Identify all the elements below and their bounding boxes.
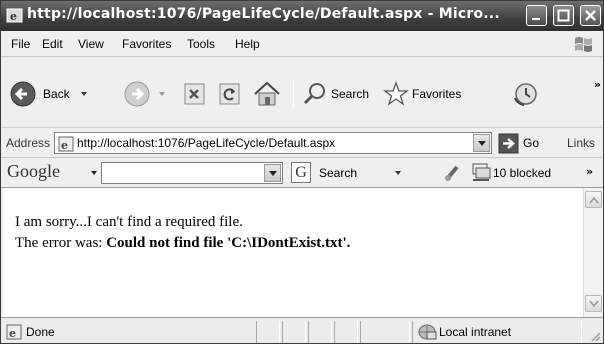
menu-tools[interactable]: Tools: [187, 37, 215, 51]
menu-view[interactable]: View: [78, 37, 104, 51]
browser-window: e http://localhost:1076/PageLifeCycle/De…: [0, 0, 604, 344]
toolbar-separator: [293, 80, 294, 108]
chevron-up-icon: [589, 196, 599, 204]
ie-logo-icon: e: [6, 7, 24, 28]
menu-edit[interactable]: Edit: [42, 37, 63, 51]
popup-blocked-count: 10 blocked: [493, 166, 552, 180]
status-text: Done: [26, 325, 55, 339]
zone-label: Local intranet: [439, 325, 512, 339]
go-label: Go: [523, 136, 540, 150]
popup-blocker-button[interactable]: 10 blocked: [471, 162, 551, 184]
favorites-star-icon: [383, 81, 409, 106]
svg-text:e: e: [9, 327, 16, 340]
google-toolbar-chevron-icon[interactable]: »: [586, 165, 593, 178]
security-zone[interactable]: Local intranet: [417, 323, 511, 343]
title-bar[interactable]: e http://localhost:1076/PageLifeCycle/De…: [1, 1, 603, 31]
back-dropdown-icon[interactable]: [81, 92, 87, 96]
vertical-scrollbar[interactable]: [583, 188, 603, 317]
status-pane: [282, 321, 306, 343]
stop-button[interactable]: [181, 80, 209, 108]
maximize-button[interactable]: [553, 5, 574, 26]
search-label: Search: [331, 87, 370, 101]
standard-toolbar: Back Search Favorites »: [1, 58, 603, 128]
status-bar: e Done Local intranet: [1, 317, 603, 343]
go-button[interactable]: Go: [498, 133, 556, 154]
history-button[interactable]: [511, 80, 541, 108]
minimize-icon: [532, 18, 540, 20]
toolbar-chevron-icon[interactable]: »: [594, 78, 601, 91]
maximize-icon: [557, 9, 570, 22]
google-menu-dropdown-icon[interactable]: [91, 171, 97, 175]
menu-file[interactable]: File: [11, 37, 30, 51]
stop-icon: [184, 83, 205, 105]
refresh-icon: [219, 83, 240, 105]
menu-bar: File Edit View Favorites Tools Help: [1, 31, 603, 57]
minimize-button[interactable]: [526, 5, 547, 26]
google-g-icon: G: [291, 162, 311, 183]
links-button[interactable]: Links: [567, 136, 595, 150]
error-message: I am sorry...I can't find a required fil…: [15, 212, 350, 254]
google-logo[interactable]: Google: [7, 161, 60, 182]
page-icon: e: [58, 136, 74, 155]
address-input[interactable]: e http://localhost:1076/PageLifeCycle/De…: [54, 132, 492, 154]
close-icon: [585, 10, 596, 21]
scroll-up-button[interactable]: [585, 191, 602, 208]
back-label: Back: [43, 87, 70, 101]
forward-dropdown-icon[interactable]: [159, 92, 165, 96]
svg-text:e: e: [10, 10, 17, 23]
go-arrow-icon: [498, 133, 519, 154]
status-pane: [360, 321, 410, 343]
status-pane: [308, 321, 332, 343]
google-options-icon[interactable]: [443, 163, 461, 186]
address-dropdown-button[interactable]: [473, 134, 490, 152]
forward-button[interactable]: [123, 80, 173, 108]
status-pane: [334, 321, 358, 343]
forward-arrow-icon: [124, 81, 150, 107]
favorites-button[interactable]: Favorites: [382, 80, 478, 108]
popup-blocker-icon: [472, 163, 491, 181]
refresh-button[interactable]: [216, 80, 244, 108]
error-prefix: The error was:: [15, 235, 107, 251]
google-search-button[interactable]: G Search: [291, 162, 411, 184]
google-search-label: Search: [319, 166, 358, 180]
intranet-icon: [418, 324, 437, 340]
windows-flag-icon: [569, 33, 599, 55]
google-search-input[interactable]: [101, 162, 283, 184]
search-magnifier-icon: [303, 83, 325, 105]
menu-help[interactable]: Help: [235, 37, 260, 51]
message-line-1: I am sorry...I can't find a required fil…: [15, 214, 243, 230]
status-pane: [256, 321, 280, 343]
page-content: I am sorry...I can't find a required fil…: [3, 188, 583, 317]
home-button[interactable]: [252, 80, 282, 108]
message-line-2: The error was: Could not find file 'C:\I…: [15, 233, 350, 254]
window-title: http://localhost:1076/PageLifeCycle/Defa…: [27, 6, 500, 22]
address-label: Address: [6, 136, 51, 150]
search-button[interactable]: Search: [301, 80, 379, 108]
history-clock-icon: [514, 83, 537, 106]
resize-grip-icon[interactable]: [589, 330, 601, 343]
home-icon: [254, 81, 280, 106]
google-search-dropdown-icon[interactable]: [395, 171, 401, 175]
favorites-label: Favorites: [412, 87, 462, 101]
back-button[interactable]: Back: [9, 80, 109, 108]
chevron-down-icon: [269, 171, 277, 176]
address-url: http://localhost:1076/PageLifeCycle/Defa…: [77, 136, 336, 150]
back-arrow-icon: [10, 81, 36, 107]
menu-favorites[interactable]: Favorites: [122, 37, 171, 51]
close-button[interactable]: [580, 5, 601, 26]
scroll-down-button[interactable]: [585, 295, 602, 312]
address-bar: Address e http://localhost:1076/PageLife…: [1, 128, 603, 158]
svg-text:e: e: [61, 139, 68, 152]
google-toolbar: Google G Search 10 blocked »: [1, 158, 603, 188]
google-search-dropdown-button[interactable]: [264, 164, 281, 182]
chevron-down-icon: [478, 141, 486, 146]
page-done-icon: e: [6, 324, 22, 343]
chevron-down-icon: [589, 300, 599, 308]
error-detail: Could not find file 'C:\IDontExist.txt'.: [106, 235, 351, 251]
